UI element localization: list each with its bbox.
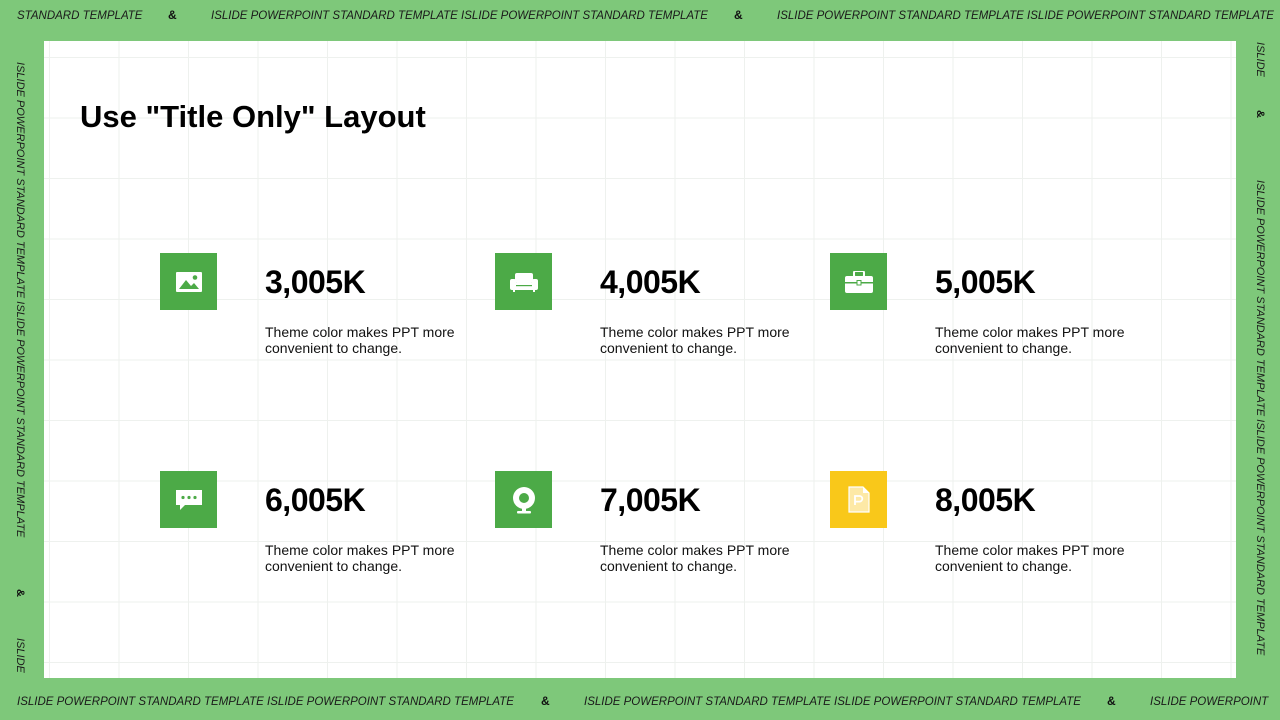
stat-card-5: 7,005K Theme color makes PPT more conven… <box>495 471 815 591</box>
top-band-text-3: ISLIDE POWERPOINT STANDARD TEMPLATE ISLI… <box>777 10 1274 22</box>
bottom-band-text-3: ISLIDE POWERPOINT <box>1150 696 1269 708</box>
image-icon <box>160 253 217 310</box>
stat-value: 7,005K <box>600 482 701 518</box>
stat-description: Theme color makes PPT more convenient to… <box>935 324 1125 356</box>
stat-card-1: 3,005K Theme color makes PPT more conven… <box>160 253 480 373</box>
right-band-amp: & <box>1254 110 1266 118</box>
stat-description: Theme color makes PPT more convenient to… <box>600 324 790 356</box>
top-band-text-2: ISLIDE POWERPOINT STANDARD TEMPLATE ISLI… <box>211 10 708 22</box>
stat-description: Theme color makes PPT more convenient to… <box>265 542 455 574</box>
stat-card-6: 8,005K Theme color makes PPT more conven… <box>830 471 1150 591</box>
left-band-tail: ISLIDE <box>14 638 26 673</box>
bottom-band-amp-1: & <box>541 694 550 708</box>
left-band-amp: & <box>14 589 26 597</box>
stat-value: 5,005K <box>935 264 1036 300</box>
ppt-file-icon <box>830 471 887 528</box>
stat-description: Theme color makes PPT more convenient to… <box>935 542 1125 574</box>
top-band-text-1: STANDARD TEMPLATE <box>17 10 143 22</box>
slide-canvas: Use "Title Only" Layout 3,005K Theme col… <box>44 41 1236 678</box>
stat-card-3: 5,005K Theme color makes PPT more conven… <box>830 253 1150 373</box>
right-band-text: ISLIDE POWERPOINT STANDARD TEMPLATE ISLI… <box>1254 180 1266 656</box>
bottom-band-amp-2: & <box>1107 694 1116 708</box>
webcam-icon <box>495 471 552 528</box>
stat-card-2: 4,005K Theme color makes PPT more conven… <box>495 253 815 373</box>
top-band-amp-2: & <box>734 8 743 22</box>
stat-value: 6,005K <box>265 482 366 518</box>
bottom-band-text-2: ISLIDE POWERPOINT STANDARD TEMPLATE ISLI… <box>584 696 1081 708</box>
stat-card-4: 6,005K Theme color makes PPT more conven… <box>160 471 480 591</box>
stat-description: Theme color makes PPT more convenient to… <box>265 324 455 356</box>
chat-icon <box>160 471 217 528</box>
stat-value: 4,005K <box>600 264 701 300</box>
left-band-text: ISLIDE POWERPOINT STANDARD TEMPLATE ISLI… <box>14 62 26 538</box>
slide-title: Use "Title Only" Layout <box>80 99 426 134</box>
top-band-amp-1: & <box>168 8 177 22</box>
right-band-head: ISLIDE <box>1254 42 1266 77</box>
stat-value: 3,005K <box>265 264 366 300</box>
sofa-icon <box>495 253 552 310</box>
stat-value: 8,005K <box>935 482 1036 518</box>
briefcase-icon <box>830 253 887 310</box>
stat-description: Theme color makes PPT more convenient to… <box>600 542 790 574</box>
bottom-band-text-1: ISLIDE POWERPOINT STANDARD TEMPLATE ISLI… <box>17 696 514 708</box>
